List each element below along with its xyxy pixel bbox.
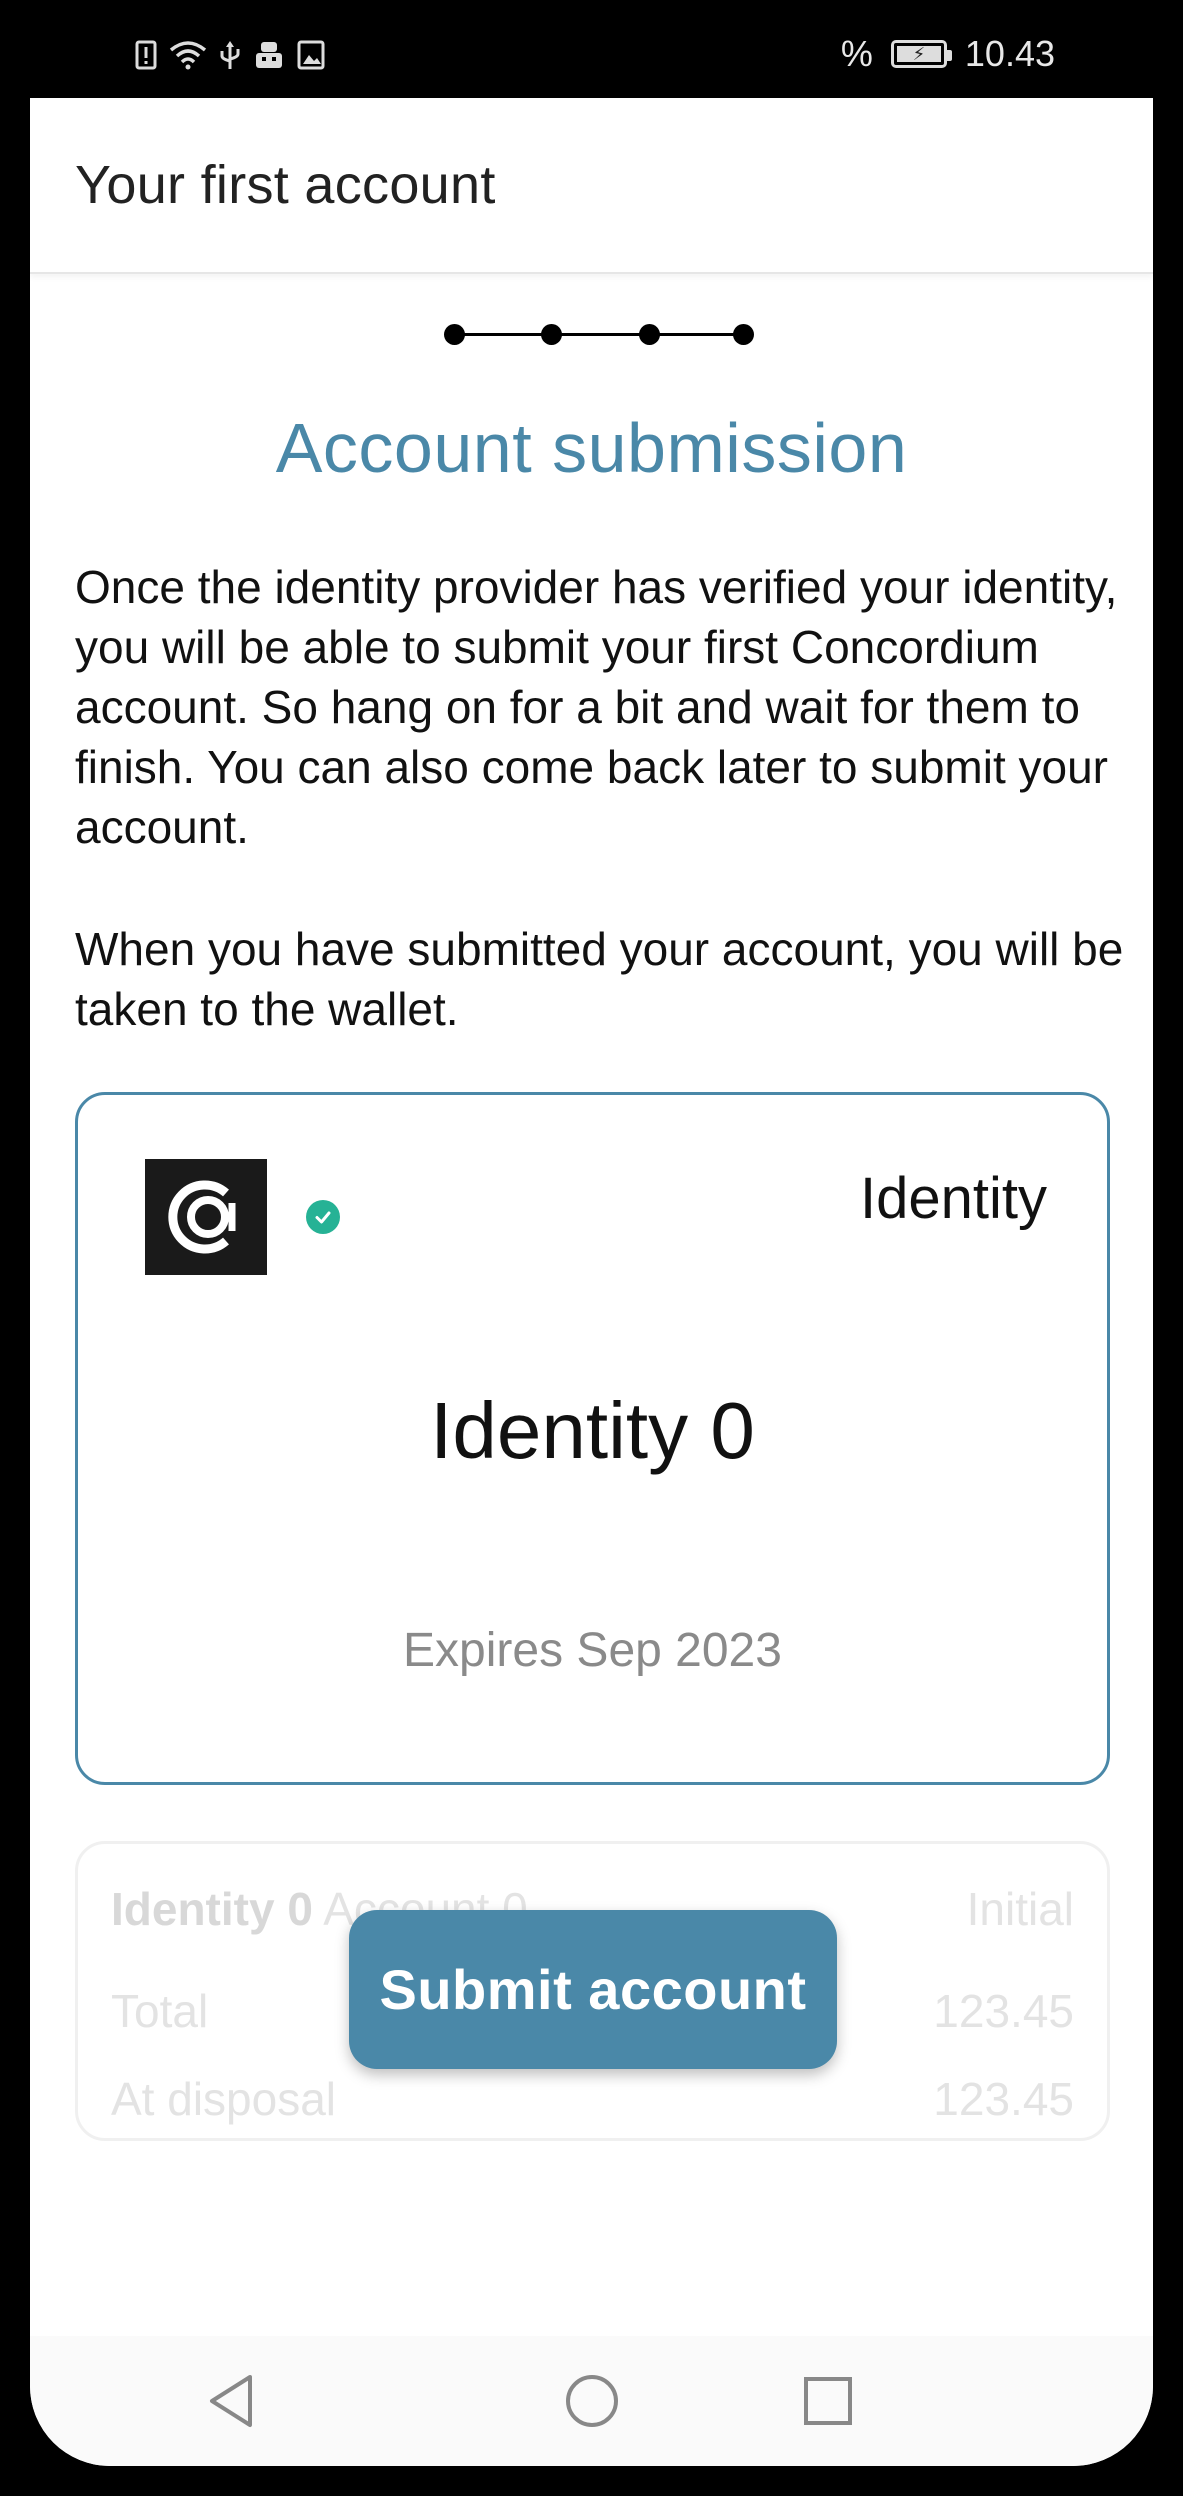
app-screen: Your first account Account submission On…	[30, 98, 1153, 2466]
info-paragraph-wallet: When you have submitted your account, yo…	[75, 923, 1124, 1035]
identity-card[interactable]: Identity Identity 0 Expires Sep 2023	[75, 1092, 1110, 1785]
total-label: Total	[111, 1985, 209, 2037]
account-disposal-row: At disposal 123.45	[111, 2072, 1074, 2126]
app-bar: Your first account	[30, 98, 1153, 274]
disposal-label: At disposal	[111, 2073, 337, 2125]
battery-icon: ⚡	[890, 40, 952, 68]
status-bar: % ⚡ 10.43	[0, 0, 1183, 98]
app-icon	[253, 40, 285, 70]
stepper-dot	[639, 324, 660, 345]
image-icon	[297, 40, 325, 70]
identity-type-label: Identity	[860, 1166, 1047, 1231]
usb-icon	[219, 39, 241, 71]
status-time: 10.43	[964, 33, 1055, 74]
page-title: Your first account	[75, 155, 496, 215]
stepper-line	[452, 333, 746, 336]
battery-percent-label: %	[840, 33, 873, 74]
stepper-dot	[733, 324, 754, 345]
stepper-dot	[541, 324, 562, 345]
recents-icon[interactable]	[793, 2366, 863, 2436]
disposal-value: 123.45	[933, 2073, 1074, 2125]
status-right: % ⚡ 10.43	[841, 28, 1055, 80]
system-nav-bar	[30, 2336, 1153, 2466]
total-value: 123.45	[933, 1985, 1074, 2037]
alert-icon	[135, 40, 157, 70]
progress-stepper	[444, 324, 754, 345]
account-identity-label: Identity 0	[111, 1883, 313, 1935]
status-icons	[135, 30, 325, 80]
home-icon[interactable]	[557, 2366, 627, 2436]
section-heading: Account submission	[275, 409, 908, 487]
identity-provider-logo	[145, 1159, 267, 1275]
phone-frame: % ⚡ 10.43 Your first account Account sub…	[0, 0, 1183, 2496]
back-icon[interactable]	[197, 2366, 267, 2436]
account-state: Initial	[966, 1883, 1074, 1935]
identity-expiry: Expires Sep 2023	[403, 1624, 782, 1677]
stepper-dot	[444, 324, 465, 345]
check-circle-icon	[306, 1200, 340, 1234]
identity-name: Identity 0	[430, 1386, 755, 1475]
wifi-icon	[169, 40, 207, 70]
submit-account-button[interactable]: Submit account	[349, 1910, 837, 2069]
info-paragraph: Once the identity provider has verified …	[75, 561, 1118, 853]
